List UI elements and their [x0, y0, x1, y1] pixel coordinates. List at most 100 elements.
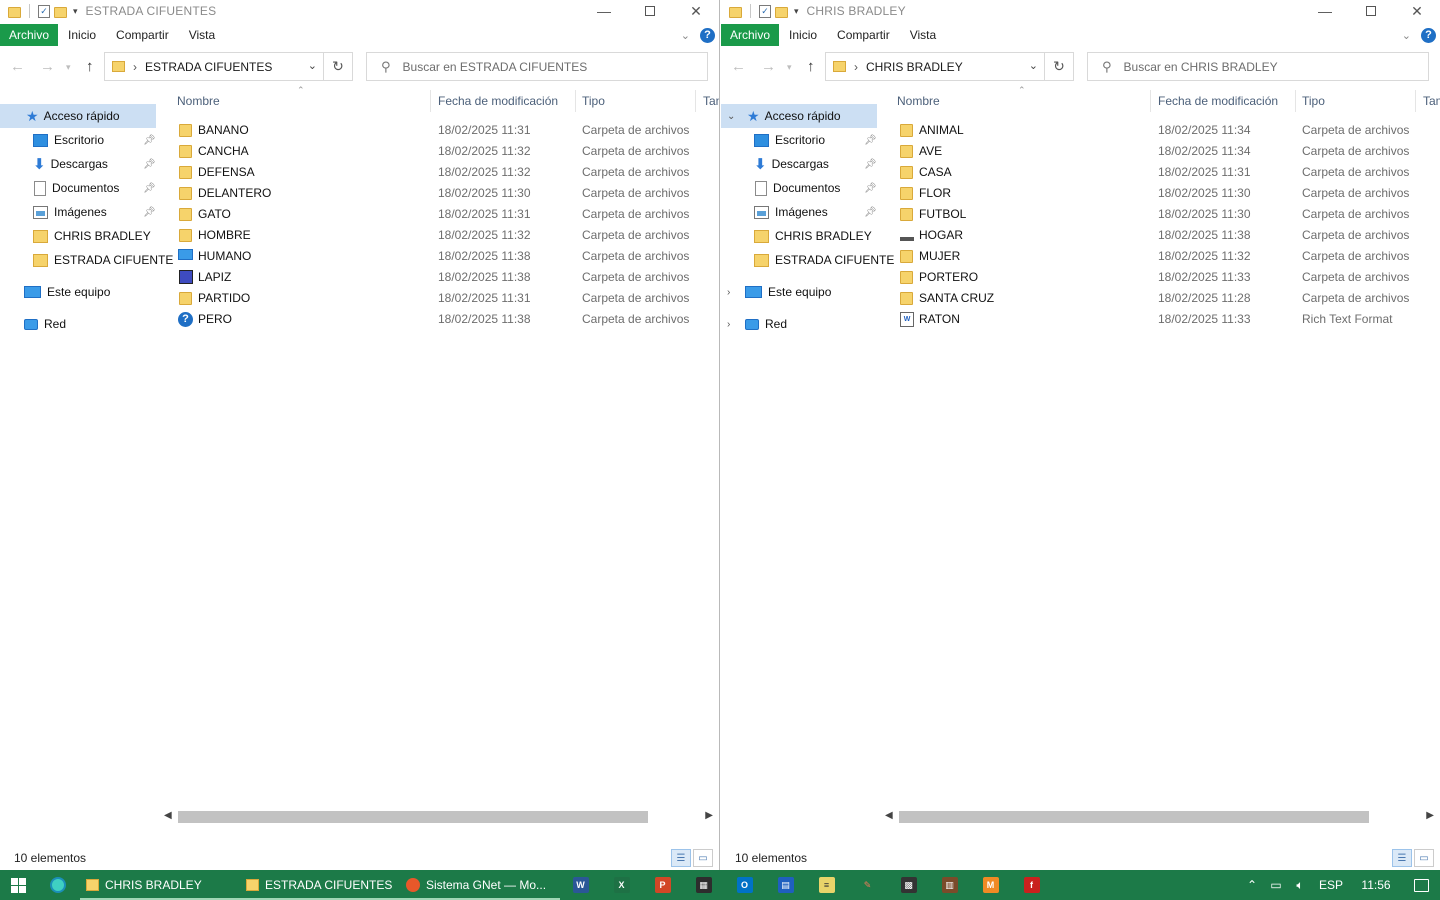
chevron-right-icon[interactable]: ›: [727, 319, 730, 330]
tab-archivo[interactable]: Archivo: [721, 24, 780, 46]
archive-app[interactable]: ▥: [929, 870, 970, 900]
nav-item-escritorio[interactable]: Escritorio 📌︎: [721, 128, 877, 152]
file-row[interactable]: LAPIZ 18/02/2025 11:38 Carpeta de archivos: [158, 267, 719, 288]
file-row[interactable]: PARTIDO 18/02/2025 11:31 Carpeta de archiv…: [158, 288, 719, 309]
file-row[interactable]: FUTBOL 18/02/2025 11:30 Carpeta de archivo…: [879, 204, 1440, 225]
search-input[interactable]: [1123, 59, 1414, 74]
tab-compartir[interactable]: Compartir: [827, 24, 900, 46]
nav-item-this-pc[interactable]: › Este equipo: [721, 280, 877, 304]
tab-inicio[interactable]: Inicio: [779, 24, 827, 46]
chevron-up-icon[interactable]: ⌃: [1240, 878, 1264, 892]
folder-icon[interactable]: [8, 6, 21, 18]
powerpoint-app[interactable]: P: [642, 870, 683, 900]
nav-item-quick-access[interactable]: ⌄ ★ Acceso rápido: [721, 104, 877, 128]
column-divider[interactable]: [1415, 90, 1416, 112]
file-row[interactable]: SANTA CRUZ 18/02/2025 11:28 Carpeta de arc…: [879, 288, 1440, 309]
pin-icon[interactable]: 📌︎: [143, 159, 156, 170]
file-row[interactable]: FLOR 18/02/2025 11:30 Carpeta de archivos: [879, 183, 1440, 204]
breadcrumb[interactable]: CHRIS BRADLEY: [866, 60, 963, 74]
taskbar-task-chris-bradley[interactable]: CHRIS BRADLEY: [80, 870, 240, 900]
folder-icon[interactable]: [729, 6, 742, 18]
help-icon[interactable]: ?: [1421, 27, 1436, 43]
start-button[interactable]: [0, 870, 36, 900]
column-size[interactable]: Tam: [703, 94, 719, 108]
column-type[interactable]: Tipo: [582, 94, 605, 108]
word-app[interactable]: W: [560, 870, 601, 900]
forward-arrow-icon[interactable]: →: [40, 58, 55, 75]
reader-app[interactable]: f: [1011, 870, 1052, 900]
search-box[interactable]: ⚲: [366, 52, 708, 81]
pin-icon[interactable]: 📌︎: [864, 207, 877, 218]
clock[interactable]: 11:56: [1350, 878, 1402, 892]
details-view-icon[interactable]: ☰: [671, 849, 691, 867]
file-row[interactable]: DELANTERO 18/02/2025 11:30 Carpeta de arch…: [158, 183, 719, 204]
scroll-right-icon[interactable]: ▶: [1426, 810, 1434, 821]
properties-icon[interactable]: ✓: [38, 4, 50, 18]
title-bar[interactable]: ✓ ▾ CHRIS BRADLEY — ✕: [721, 0, 1440, 22]
nav-item-imagenes[interactable]: Imágenes 📌︎: [0, 200, 156, 224]
large-icons-view-icon[interactable]: ▭: [693, 849, 713, 867]
scroll-left-icon[interactable]: ◀: [164, 810, 172, 821]
pin-icon[interactable]: 📌︎: [864, 159, 877, 170]
customize-dropdown-icon[interactable]: ▾: [794, 6, 799, 17]
file-row[interactable]: DEFENSA 18/02/2025 11:32 Carpeta de archiv…: [158, 162, 719, 183]
column-divider[interactable]: [1150, 90, 1151, 112]
horizontal-scrollbar[interactable]: ◀ ▶: [160, 808, 715, 824]
nav-item-network[interactable]: › Red: [721, 312, 877, 336]
back-arrow-icon[interactable]: ←: [731, 58, 746, 75]
large-icons-view-icon[interactable]: ▭: [1414, 849, 1434, 867]
pin-icon[interactable]: 📌︎: [864, 135, 877, 146]
recent-locations-icon[interactable]: ▾: [787, 62, 792, 73]
nav-item-documentos[interactable]: Documentos 📌︎: [721, 176, 877, 200]
column-divider[interactable]: [430, 90, 431, 112]
language-indicator[interactable]: ESP: [1312, 878, 1350, 892]
taskbar-task-estrada-cifuentes[interactable]: ESTRADA CIFUENTES: [240, 870, 400, 900]
breadcrumb-separator-icon[interactable]: ›: [133, 60, 137, 74]
column-name[interactable]: Nombre: [177, 94, 220, 108]
search-input[interactable]: [402, 59, 693, 74]
breadcrumb-separator-icon[interactable]: ›: [854, 60, 858, 74]
network-icon[interactable]: ▭: [1264, 878, 1288, 892]
file-row[interactable]: GATO 18/02/2025 11:31 Carpeta de archivos: [158, 204, 719, 225]
nav-item-descargas[interactable]: ⬇ Descargas 📌︎: [721, 152, 877, 176]
nav-item-chris-bradley[interactable]: CHRIS BRADLEY: [0, 224, 156, 248]
file-row[interactable]: HUMANO 18/02/2025 11:38 Carpeta de archivo…: [158, 246, 719, 267]
customize-dropdown-icon[interactable]: ▾: [73, 6, 78, 17]
column-divider[interactable]: [1295, 90, 1296, 112]
maximize-button[interactable]: [627, 0, 673, 22]
maximize-button[interactable]: [1348, 0, 1394, 22]
paint-app[interactable]: ✎: [847, 870, 888, 900]
taskbar-task-sistema-gnet[interactable]: Sistema GNet — Mo...: [400, 870, 560, 900]
address-bar[interactable]: › ESTRADA CIFUENTES ⌄: [104, 52, 324, 81]
up-arrow-icon[interactable]: ↑: [807, 58, 815, 75]
outlook-app[interactable]: O: [724, 870, 765, 900]
expand-ribbon-icon[interactable]: ⌄: [1402, 29, 1411, 42]
nav-item-documentos[interactable]: Documentos 📌︎: [0, 176, 156, 200]
chevron-down-icon[interactable]: ⌄: [308, 59, 317, 72]
pin-icon[interactable]: 📌︎: [143, 135, 156, 146]
column-size[interactable]: Tam: [1423, 94, 1440, 108]
calculator-app[interactable]: ▦: [683, 870, 724, 900]
nav-item-estrada-cifuentes[interactable]: ESTRADA CIFUENTE: [721, 248, 894, 272]
refresh-button[interactable]: ↻: [1044, 52, 1074, 81]
scrollbar-thumb[interactable]: [899, 811, 1369, 823]
file-row[interactable]: W RATON 18/02/2025 11:33 Rich Text Format: [879, 309, 1440, 330]
close-button[interactable]: ✕: [1394, 0, 1440, 22]
nav-item-imagenes[interactable]: Imágenes 📌︎: [721, 200, 877, 224]
expand-ribbon-icon[interactable]: ⌄: [681, 29, 690, 42]
pin-icon[interactable]: 📌︎: [864, 183, 877, 194]
file-row[interactable]: ANIMAL 18/02/2025 11:34 Carpeta de archivo…: [879, 120, 1440, 141]
address-bar[interactable]: › CHRIS BRADLEY ⌄: [825, 52, 1045, 81]
pin-icon[interactable]: 📌︎: [143, 183, 156, 194]
nav-item-descargas[interactable]: ⬇ Descargas 📌︎: [0, 152, 156, 176]
tab-vista[interactable]: Vista: [179, 24, 225, 46]
tab-inicio[interactable]: Inicio: [58, 24, 106, 46]
file-row[interactable]: CASA 18/02/2025 11:31 Carpeta de archivos: [879, 162, 1440, 183]
nav-item-quick-access[interactable]: ★ Acceso rápido: [0, 104, 156, 128]
help-icon[interactable]: ?: [700, 27, 715, 43]
chevron-down-icon[interactable]: ⌄: [1029, 59, 1038, 72]
browser-icon[interactable]: [36, 870, 80, 900]
column-date[interactable]: Fecha de modificación: [1158, 94, 1278, 108]
file-row[interactable]: ? PERO 18/02/2025 11:38 Carpeta de archivos: [158, 309, 719, 330]
notification-center-button[interactable]: [1402, 870, 1440, 900]
